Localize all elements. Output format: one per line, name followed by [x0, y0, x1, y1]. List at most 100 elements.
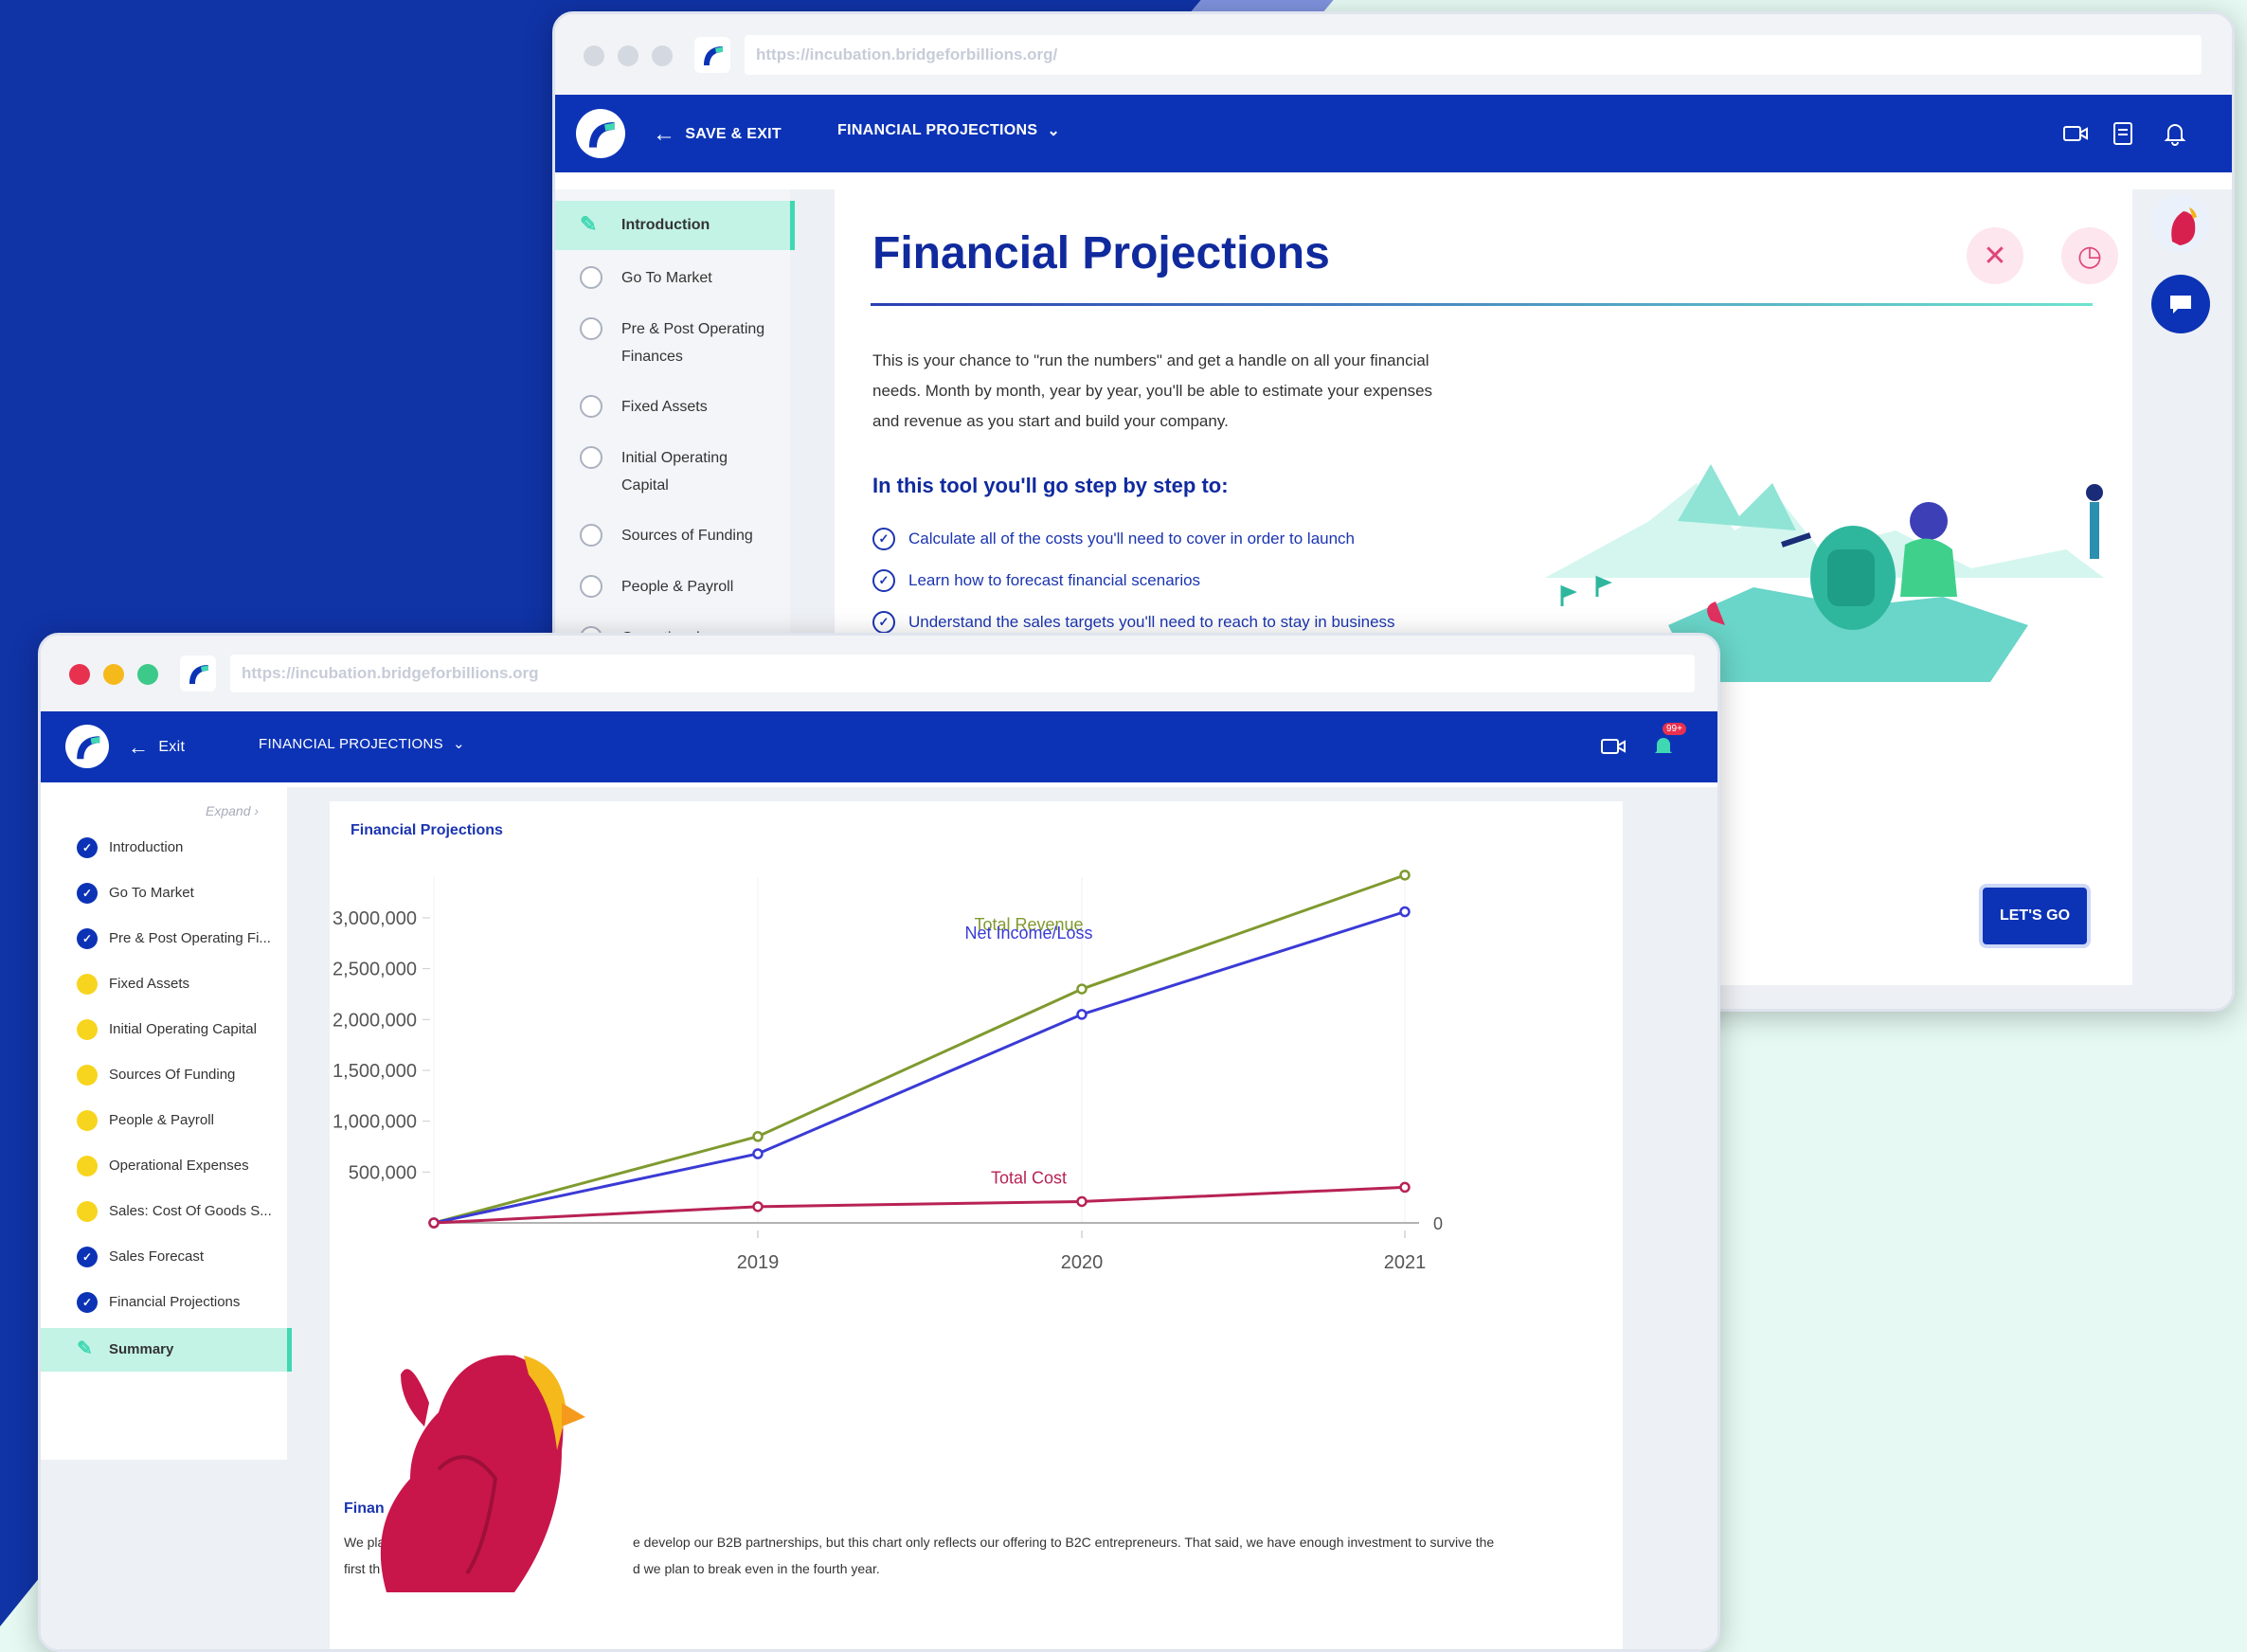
sidebar-item-label: Initial Operating Capital — [109, 1021, 257, 1037]
step-item: ✓ Calculate all of the costs you'll need… — [872, 528, 1355, 550]
app-logo-icon[interactable] — [65, 725, 109, 768]
clock-icon[interactable]: ◷ — [2061, 227, 2118, 284]
data-point — [1076, 1195, 1088, 1208]
sidebar-item-pre-post-operating[interactable]: Pre & Post Operating Finances — [555, 305, 790, 383]
sidebar-item-label: Sources Of Funding — [109, 1067, 236, 1083]
bird-mascot-illustration — [380, 1355, 585, 1592]
check-icon: ✓ — [77, 883, 98, 904]
sidebar-item-financial-projections[interactable]: ✓ Financial Projections — [41, 1283, 287, 1320]
back-arrow-icon: ← — [653, 121, 676, 147]
sidebar-item-go-to-market[interactable]: ✓ Go To Market — [41, 873, 287, 911]
minimize-dot[interactable] — [618, 45, 638, 66]
status-circle-icon — [580, 395, 602, 418]
y-zero-label: 0 — [1433, 1214, 1443, 1233]
check-icon: ✓ — [77, 1247, 98, 1267]
series-label: Net Income/Loss — [964, 924, 1092, 943]
in-progress-icon — [77, 1156, 98, 1176]
sidebar-item-label: Pre & Post Operating Fi... — [109, 930, 271, 946]
sidebar-item-label: Operational Expenses — [109, 1158, 249, 1174]
data-point — [752, 1201, 764, 1212]
section-dropdown[interactable]: FINANCIAL PROJECTIONS ⌄ — [259, 735, 465, 753]
x-tick-label: 2021 — [1384, 1252, 1427, 1273]
sidebar-item-sources-of-funding[interactable]: Sources Of Funding — [41, 1055, 287, 1093]
expand-toggle[interactable]: Expand › — [206, 803, 259, 818]
maximize-dot[interactable] — [652, 45, 673, 66]
data-point — [1399, 870, 1411, 881]
step-item: ✓ Understand the sales targets you'll ne… — [872, 611, 1395, 634]
sidebar-item-label: People & Payroll — [621, 579, 734, 595]
sidebar-item-operational-expenses[interactable]: Operational Expenses — [41, 1146, 287, 1184]
video-icon[interactable] — [2061, 119, 2090, 148]
sidebar-item-introduction[interactable]: ✓ Introduction — [41, 828, 287, 866]
check-icon: ✓ — [77, 837, 98, 858]
document-icon[interactable] — [2109, 119, 2137, 148]
sidebar-item-initial-operating-capital[interactable]: Initial Operating Capital — [41, 1010, 287, 1048]
save-exit-button[interactable]: ← SAVE & EXIT — [653, 121, 782, 148]
browser-chrome: https://incubation.bridgeforbillions.org — [41, 636, 1717, 711]
tools-icon[interactable]: ✕ — [1967, 227, 2023, 284]
close-dot[interactable] — [69, 664, 90, 685]
sidebar-item-introduction[interactable]: ✎ Introduction — [555, 201, 795, 250]
sidebar-item-sources-of-funding[interactable]: Sources of Funding — [555, 512, 790, 563]
sidebar-item-initial-operating-capital[interactable]: Initial Operating Capital — [555, 434, 790, 512]
sidebar-item-fixed-assets[interactable]: Fixed Assets — [555, 383, 790, 434]
sidebar-item-label: Go To Market — [109, 885, 194, 901]
address-bar[interactable]: https://incubation.bridgeforbillions.org — [230, 655, 1695, 692]
status-circle-icon — [580, 575, 602, 598]
sidebar-item-go-to-market[interactable]: Go To Market — [555, 254, 790, 305]
bell-icon[interactable] — [2161, 119, 2189, 148]
series-line — [433, 910, 1406, 1225]
sidebar-item-sales-cost-of-goods[interactable]: Sales: Cost Of Goods S... — [41, 1192, 287, 1230]
summary-line-d: d we plan to break even in the fourth ye… — [633, 1561, 880, 1576]
sidebar-item-label: Fixed Assets — [621, 399, 708, 415]
sidebar-item-label: Go To Market — [621, 270, 712, 286]
sidebar-item-pre-post-operating[interactable]: ✓ Pre & Post Operating Fi... — [41, 919, 287, 957]
section-label: FINANCIAL PROJECTIONS — [259, 735, 443, 752]
intro-paragraph: This is your chance to "run the numbers"… — [872, 351, 1433, 430]
sidebar-item-summary[interactable]: ✎ Summary — [41, 1328, 292, 1372]
data-point — [1076, 983, 1088, 995]
step-item: ✓ Learn how to forecast financial scenar… — [872, 569, 1200, 592]
browser-window-summary: https://incubation.bridgeforbillions.org… — [38, 633, 1720, 1652]
series-line — [433, 873, 1406, 1225]
app-header: ← Exit FINANCIAL PROJECTIONS ⌄ 99+ — [41, 711, 1717, 782]
sidebar-item-people-payroll[interactable]: People & Payroll — [41, 1101, 287, 1139]
section-dropdown[interactable]: FINANCIAL PROJECTIONS ⌄ — [837, 121, 1060, 140]
sidebar-item-label: Financial Projections — [109, 1294, 241, 1310]
video-icon[interactable] — [1599, 732, 1627, 761]
step-label: Learn how to forecast financial scenario… — [908, 571, 1201, 589]
check-icon: ✓ — [872, 569, 895, 592]
close-dot[interactable] — [584, 45, 604, 66]
check-icon: ✓ — [77, 928, 98, 949]
sidebar-item-sales-forecast[interactable]: ✓ Sales Forecast — [41, 1237, 287, 1275]
check-icon: ✓ — [872, 528, 895, 550]
summary-line-b: e develop our B2B partnerships, but this… — [633, 1535, 1495, 1550]
chevron-down-icon: ⌄ — [452, 736, 465, 752]
y-tick-label: 1,500,000 — [333, 1061, 417, 1082]
data-point — [1399, 906, 1411, 918]
chevron-down-icon: ⌄ — [1047, 123, 1061, 139]
exit-label: Exit — [158, 739, 186, 755]
y-tick-label: 500,000 — [349, 1162, 417, 1183]
chevron-right-icon: › — [254, 803, 260, 818]
financial-projections-chart: 500,000 1,000,000 1,500,000 2,000,000 2,500,… — [333, 870, 1443, 1273]
app-logo-icon[interactable] — [576, 109, 625, 158]
bell-icon[interactable] — [1649, 732, 1678, 761]
chat-icon[interactable] — [2151, 275, 2210, 333]
status-circle-icon — [580, 317, 602, 340]
user-avatar[interactable] — [2151, 194, 2210, 253]
sidebar-item-label: Sources of Funding — [621, 528, 753, 544]
window-controls — [69, 664, 158, 685]
chart-heading: Financial Projections — [351, 822, 503, 838]
lets-go-button[interactable]: LET'S GO — [1983, 888, 2087, 944]
title-divider — [871, 303, 2093, 306]
address-bar[interactable]: https://incubation.bridgeforbillions.org… — [745, 35, 2202, 75]
sidebar-item-label: Initial Operating Capital — [621, 450, 728, 494]
minimize-dot[interactable] — [103, 664, 124, 685]
sidebar-item-fixed-assets[interactable]: Fixed Assets — [41, 964, 287, 1002]
chart-card: Financial Projections 500,000 1,000,000 1,… — [330, 801, 1623, 1649]
maximize-dot[interactable] — [137, 664, 158, 685]
series-label: Total Cost — [991, 1168, 1067, 1187]
exit-button[interactable]: ← Exit — [128, 735, 185, 760]
sidebar-item-people-payroll[interactable]: People & Payroll — [555, 563, 790, 614]
